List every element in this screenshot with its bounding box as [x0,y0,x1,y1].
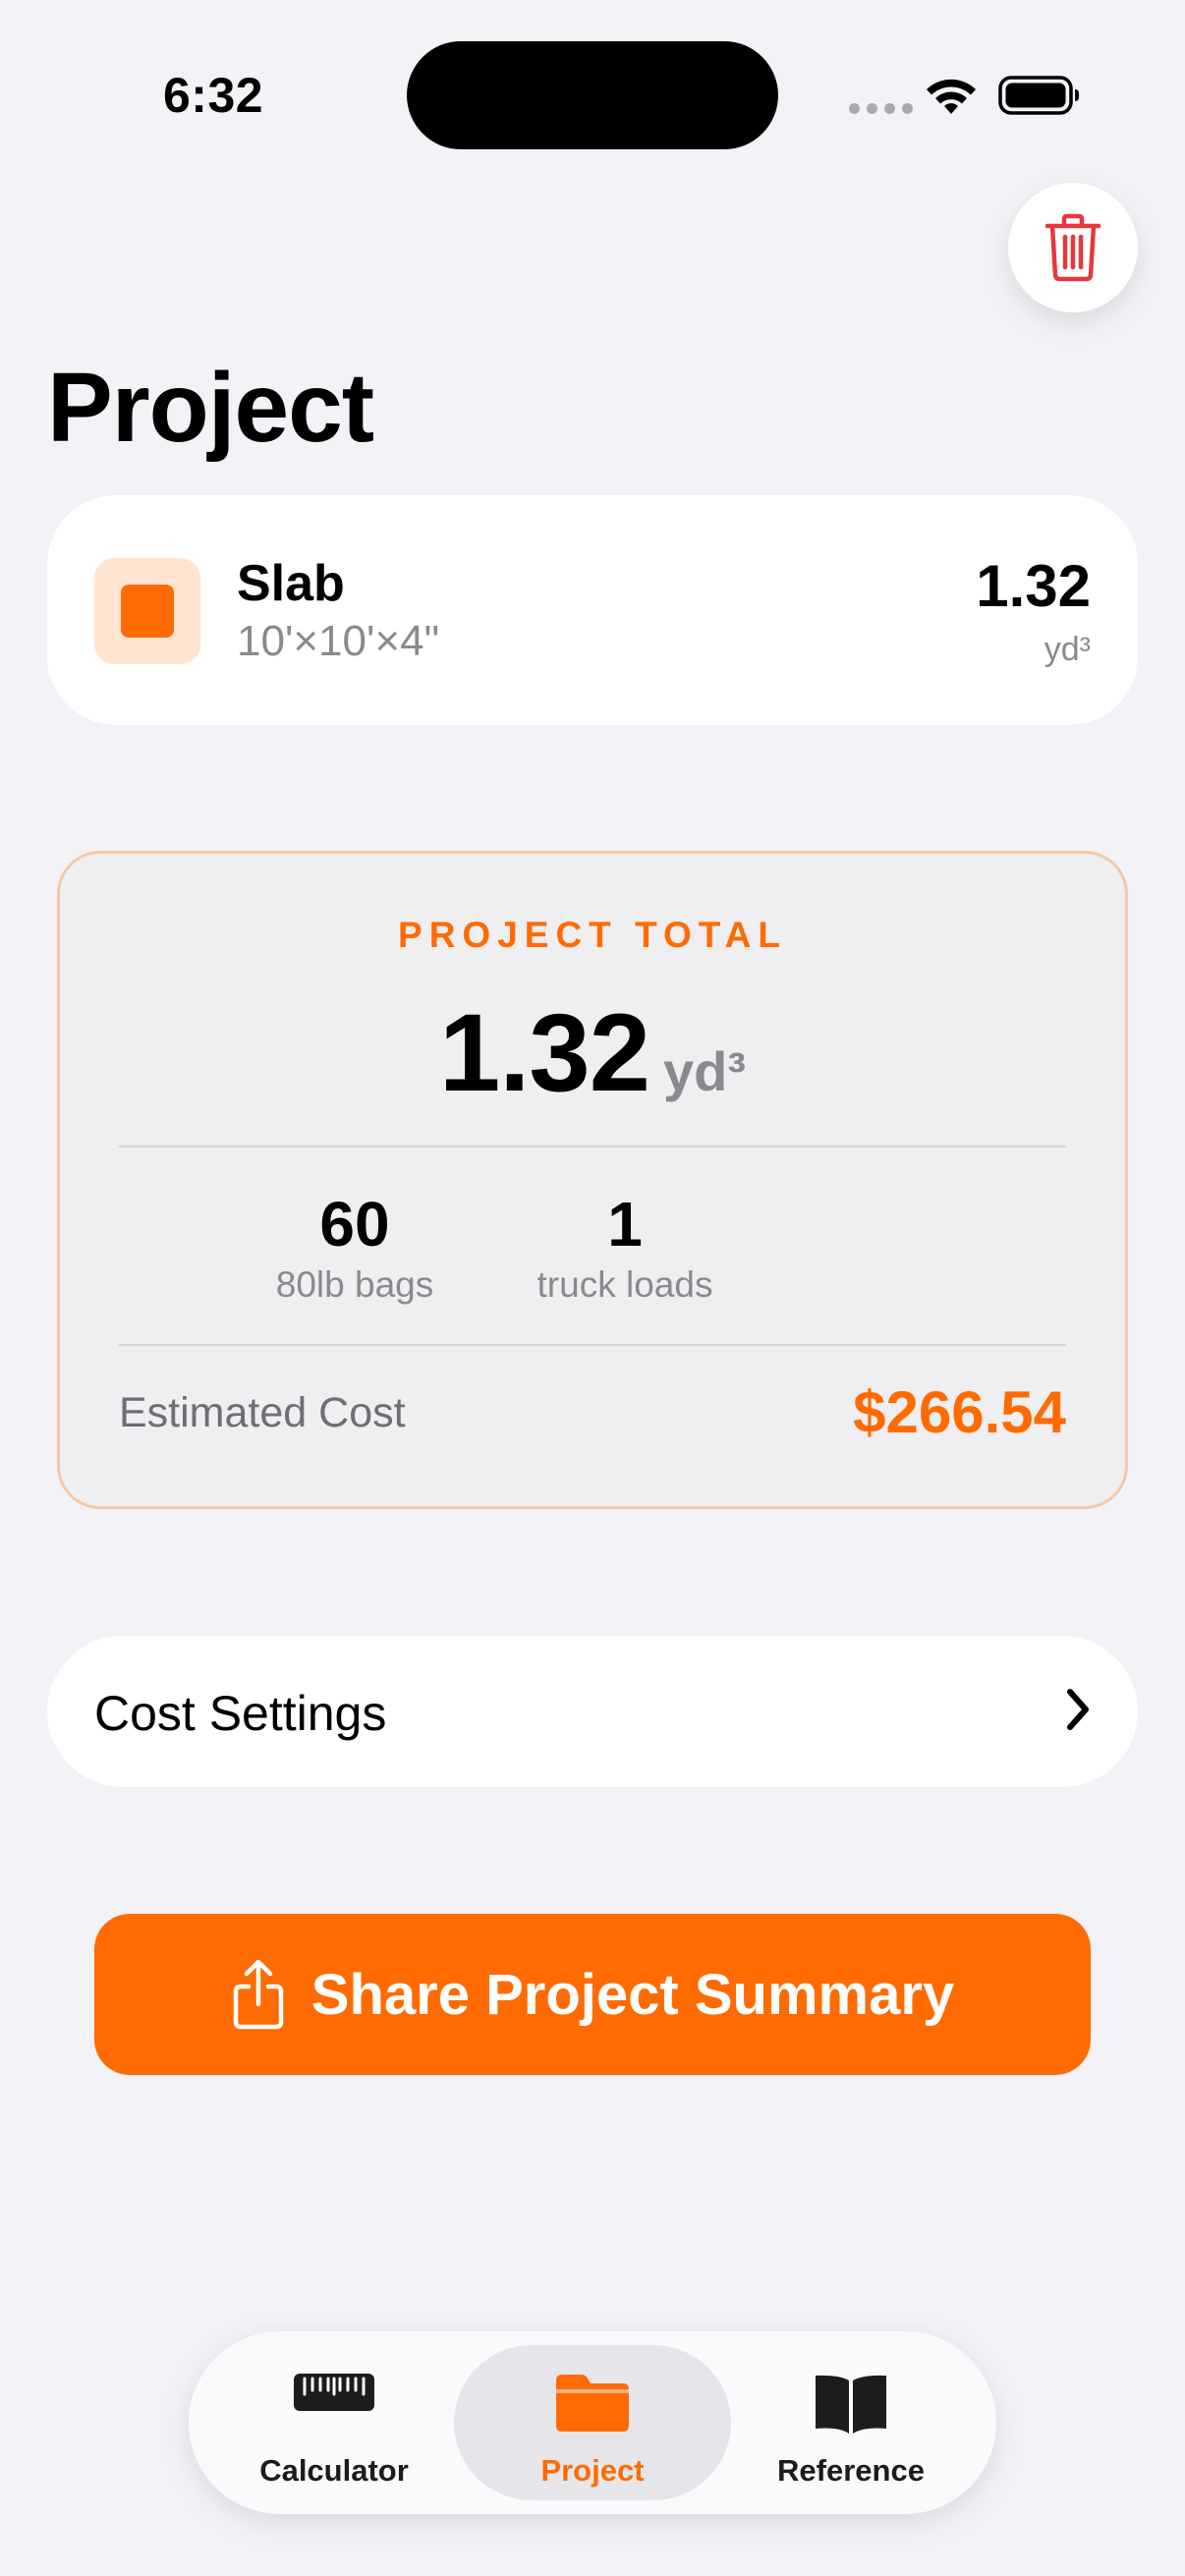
share-icon [233,1959,284,2030]
tab-label: Calculator [259,2453,409,2488]
trucks-label: truck loads [536,1264,713,1305]
wifi-icon [927,79,976,114]
project-item-card[interactable]: Slab 10'×10'×4" 1.32 yd³ [47,495,1138,725]
item-dimensions: 10'×10'×4" [237,617,440,665]
cost-settings-row[interactable]: Cost Settings [47,1636,1138,1787]
dynamic-island [407,41,778,149]
item-volume: 1.32 [976,553,1091,619]
tab-label: Reference [777,2453,925,2488]
divider [119,1146,1066,1148]
page-title: Project [47,353,374,463]
total-volume: 1.32 yd³ [60,989,1125,1116]
status-time: 6:32 [163,68,264,123]
item-volume-unit: yd³ [1044,631,1091,668]
delete-project-button[interactable] [1008,183,1138,312]
divider [119,1344,1066,1346]
bags-count: 60 [319,1189,390,1260]
trucks-count: 1 [607,1189,643,1260]
total-heading: PROJECT TOTAL [398,915,787,955]
tab-reference[interactable]: Reference [735,2345,967,2500]
trucks-stat: 1 truck loads [468,1188,782,1306]
tab-label: Project [540,2453,645,2488]
item-name: Slab [237,555,345,612]
estimated-cost-value: $266.54 [853,1379,1066,1445]
book-icon [816,2375,886,2434]
tab-calculator[interactable]: Calculator [218,2345,450,2500]
folder-icon [556,2375,629,2432]
bags-label: 80lb bags [275,1264,434,1305]
project-total-card: PROJECT TOTAL 1.32 yd³ 60 80lb bags 1 tru… [57,851,1128,1509]
estimated-cost-label: Estimated Cost [119,1389,406,1436]
tab-project[interactable]: Project [454,2345,731,2500]
total-volume-unit: yd³ [662,1040,746,1102]
slab-icon [94,558,200,664]
share-project-summary-button[interactable]: Share Project Summary [94,1914,1091,2075]
chevron-right-icon [1067,1689,1089,1730]
battery-icon [998,76,1079,115]
cellular-signal-icon [849,103,913,114]
ruler-icon [294,2374,374,2411]
trash-icon [1044,213,1101,282]
total-volume-value: 1.32 [439,991,650,1114]
share-button-label: Share Project Summary [310,1962,955,2027]
tab-bar: Calculator Project Reference [189,2331,996,2514]
project-screen: 6:32 Project Slab 10'×10'×4" 1.32 yd³ PR… [0,0,1185,2576]
bags-stat: 60 80lb bags [198,1188,512,1306]
cost-settings-label: Cost Settings [94,1686,387,1741]
